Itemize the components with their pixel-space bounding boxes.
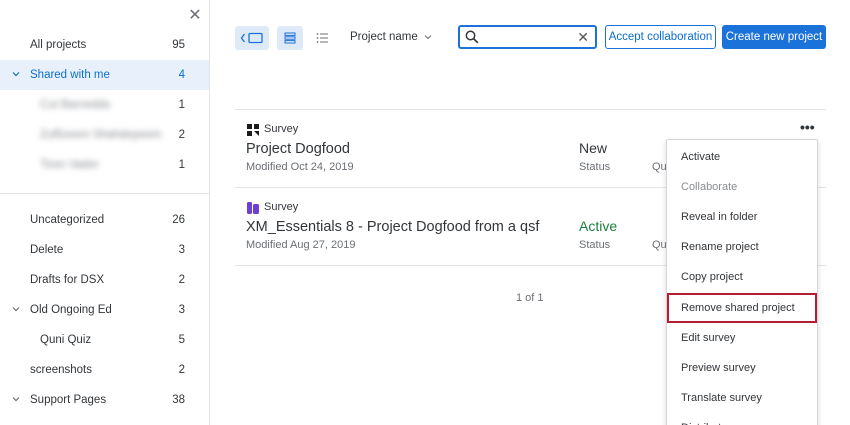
list-view-button[interactable] [309,26,335,50]
sidebar-item-shared-user[interactable]: Zulfizeem Shahdepeem 2 [0,120,209,150]
pagination-label: 1 of 1 [516,292,544,304]
menu-item-collaborate: Collaborate [681,181,738,193]
sidebar-item-count: 4 [178,69,185,81]
sidebar-item-delete[interactable]: Delete 3 [0,235,209,265]
sidebar-item-label: Delete [30,244,64,256]
project-questions-label: Qu [652,239,667,251]
sidebar-item-label: Drafts for DSX [30,274,105,286]
menu-item-reveal-in-folder[interactable]: Reveal in folder [667,202,817,232]
menu-item-activate[interactable]: Activate [667,142,817,172]
sidebar-item-count: 95 [172,39,185,51]
menu-item-edit-survey[interactable]: Edit survey [667,323,817,353]
search-icon [465,30,479,44]
sidebar-item-count: 38 [172,394,185,406]
sidebar-item-count: 3 [178,244,185,256]
survey-icon [247,124,259,136]
sidebar-item-shared-with-me[interactable]: Shared with me 4 [0,60,209,90]
sidebar-item-label: Cut Barnedds [40,99,111,111]
sidebar-item-label: Support Pages [30,394,107,406]
menu-item-distribute-survey[interactable]: Distribute survey [667,413,817,425]
chevron-down-icon [424,35,432,40]
sidebar-item-shared-user[interactable]: Tiren Vader 1 [0,150,209,180]
sidebar: ✕ All projects 95 Shared with me 4 Cut B… [0,0,210,425]
menu-item-translate-survey[interactable]: Translate survey [667,383,817,413]
close-sidebar-icon[interactable]: ✕ [187,8,203,24]
search-box: ✕ [458,25,597,49]
menu-item-remove-shared-project[interactable]: Remove shared project [667,293,817,323]
search-input[interactable] [484,29,576,45]
project-name[interactable]: XM_Essentials 8 - Project Dogfood from a… [246,219,539,235]
menu-item-rename-project[interactable]: Rename project [667,232,817,262]
card-view-icon [284,32,296,44]
sidebar-item-label: All projects [30,39,87,51]
sidebar-item-count: 2 [178,129,185,141]
project-status-value: New [579,140,608,156]
project-modified-date: Modified Oct 24, 2019 [246,161,354,173]
sidebar-item-label: Tiren Vader [40,159,99,171]
clear-search-icon[interactable]: ✕ [577,28,589,46]
sidebar-item-count: 2 [178,364,185,376]
sidebar-item-shared-user[interactable]: Cut Barnedds 1 [0,90,209,120]
menu-item-preview-survey[interactable]: Preview survey [667,353,817,383]
project-type-label: Survey [264,201,299,213]
sidebar-item-old-ongoing-ed[interactable]: Old Ongoing Ed 3 [0,295,209,325]
project-questions-label: Qu [652,161,667,173]
sidebar-item-label: Shared with me [30,69,110,81]
sidebar-item-label: Quni Quiz [40,334,92,346]
project-type-label: Survey [264,123,299,135]
card-view-button[interactable] [277,26,303,50]
chevron-down-icon[interactable] [12,395,20,403]
survey-icon [247,202,259,214]
list-view-icon [316,33,328,43]
accept-collaboration-button[interactable]: Accept collaboration [605,25,716,49]
sort-dropdown[interactable]: Project name [350,31,432,43]
sidebar-divider [0,193,209,194]
sidebar-item-screenshots[interactable]: screenshots 2 [0,355,209,385]
project-status-label: Status [579,161,611,173]
sidebar-item-quni-quiz[interactable]: Quni Quiz 5 [0,325,209,355]
project-name[interactable]: Project Dogfood [246,141,350,157]
project-actions-menu: Activate Collaborate Reveal in folder Re… [666,139,818,425]
sidebar-item-count: 1 [178,159,185,171]
sidebar-item-count: 26 [172,214,185,226]
project-status-value: Active [579,218,618,234]
sidebar-item-count: 5 [178,334,185,346]
sidebar-item-uncategorized[interactable]: Uncategorized 26 [0,205,209,235]
sidebar-item-count: 2 [178,274,185,286]
sidebar-item-label: Old Ongoing Ed [30,304,112,316]
project-modified-date: Modified Aug 27, 2019 [246,239,356,251]
sidebar-item-label: Zulfizeem Shahdepeem [40,129,162,141]
sidebar-item-all-projects[interactable]: All projects 95 [0,30,209,60]
sidebar-item-count: 3 [178,304,185,316]
create-new-project-button[interactable]: Create new project [722,25,826,49]
sidebar-item-label: Uncategorized [30,214,105,226]
collapse-panel-icon [240,32,263,44]
sort-dropdown-label: Project name [350,31,418,43]
collapse-sidebar-button[interactable] [235,26,269,50]
sidebar-item-drafts-for-dsx[interactable]: Drafts for DSX 2 [0,265,209,295]
sidebar-item-count: 1 [178,99,185,111]
project-status-label: Status [579,239,611,251]
menu-item-copy-project[interactable]: Copy project [667,262,817,292]
sidebar-item-label: screenshots [30,364,93,376]
sidebar-item-support-pages[interactable]: Support Pages 38 [0,385,209,415]
chevron-down-icon[interactable] [12,305,20,313]
chevron-down-icon[interactable] [12,70,20,78]
more-actions-icon[interactable]: ••• [800,120,816,134]
